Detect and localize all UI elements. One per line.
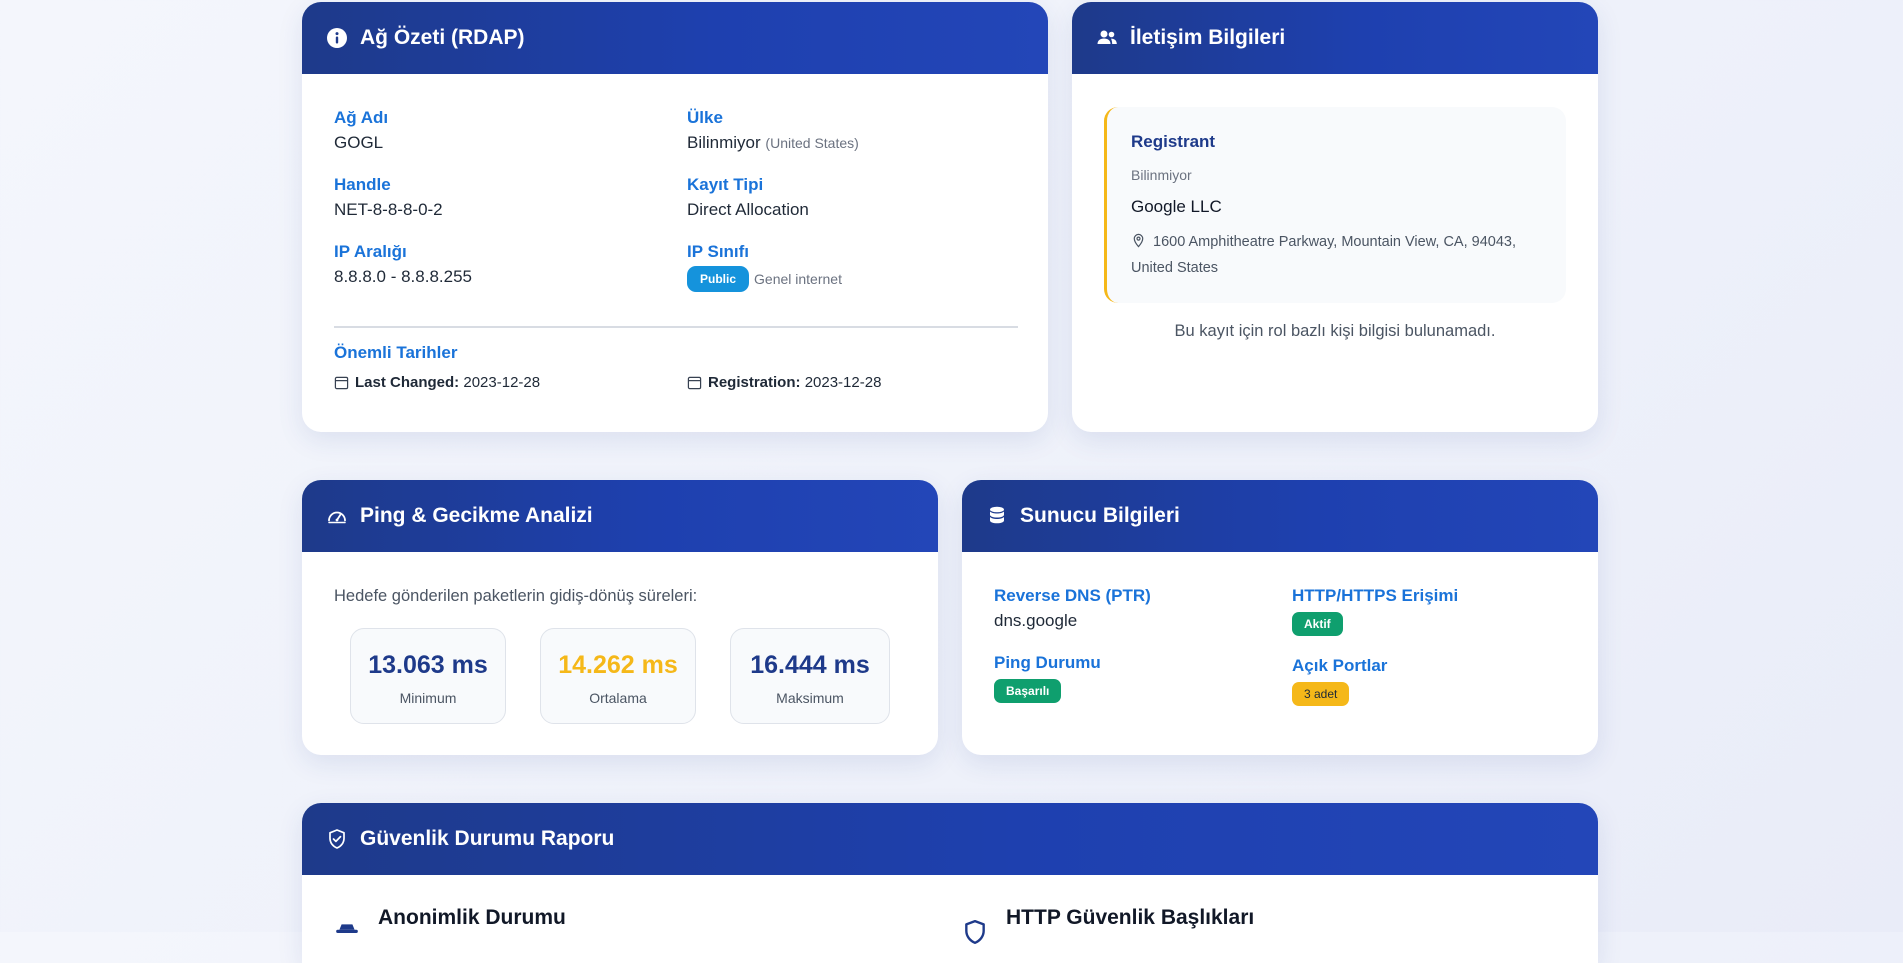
registration-value: 2023-12-28: [804, 374, 882, 391]
calendar-icon: [687, 376, 702, 390]
reverse-dns-label: Reverse DNS (PTR): [994, 586, 1151, 605]
http-access-field: HTTP/HTTPS Erişimi Aktif: [1292, 586, 1458, 636]
registration-row: Registration: 2023-12-28: [687, 374, 881, 391]
country-field: Ülke Bilinmiyor (United States): [687, 108, 859, 153]
http-access-badge: Aktif: [1292, 612, 1343, 636]
handle-field: Handle NET-8-8-8-0-2: [334, 175, 443, 220]
registration-type-field: Kayıt Tipi Direct Allocation: [687, 175, 809, 220]
contact-empty-note: Bu kayıt için rol bazlı kişi bilgisi bul…: [1174, 322, 1496, 340]
ip-range-field: IP Aralığı 8.8.8.0 - 8.8.8.255: [334, 242, 472, 287]
contact-header: İletişim Bilgileri: [1072, 2, 1598, 74]
ip-class-note: Genel internet: [754, 271, 842, 287]
ping-stat-max: 16.444 ms Maksimum: [730, 628, 890, 724]
registrant-org: Google LLC: [1131, 197, 1222, 216]
ping-status-field: Ping Durumu Başarılı: [994, 653, 1101, 703]
info-icon: [326, 27, 348, 49]
ping-avg-label: Ortalama: [589, 690, 647, 706]
anonymity-title: Anonimlik Durumu: [378, 906, 566, 929]
contact-card: İletişim Bilgileri Registrant Bilinmiyor…: [1072, 2, 1598, 432]
ip-class-badge: Public: [687, 266, 750, 292]
registrant-status: Bilinmiyor: [1131, 167, 1192, 183]
speedometer-icon: [326, 505, 348, 527]
security-card: Güvenlik Durumu Raporu Anonimlik Durumu …: [302, 803, 1598, 963]
calendar-icon: [334, 376, 349, 390]
contact-title: İletişim Bilgileri: [1130, 26, 1286, 49]
ping-stat-min: 13.063 ms Minimum: [350, 628, 506, 724]
server-header: Sunucu Bilgileri: [962, 480, 1598, 552]
shield-icon: [965, 919, 985, 945]
country-note: (United States): [765, 135, 859, 151]
registrant-box: Registrant Bilinmiyor Google LLC 1600 Am…: [1104, 107, 1566, 303]
last-changed-label: Last Changed:: [355, 374, 460, 391]
security-header: Güvenlik Durumu Raporu: [302, 803, 1598, 875]
anonymity-section: Anonimlik Durumu: [334, 906, 566, 946]
ip-range-label: IP Aralığı: [334, 242, 407, 261]
ip-class-field: IP Sınıfı Public Genel internet: [687, 242, 842, 292]
server-card: Sunucu Bilgileri Reverse DNS (PTR) dns.g…: [962, 480, 1598, 755]
registration-label: Registration:: [708, 374, 801, 391]
ping-avg-value: 14.262 ms: [558, 651, 678, 679]
ping-description: Hedefe gönderilen paketlerin gidiş-dönüş…: [334, 587, 698, 605]
registrant-role: Registrant: [1131, 132, 1216, 151]
registrant-address: 1600 Amphitheatre Parkway, Mountain View…: [1131, 229, 1551, 281]
http-access-label: HTTP/HTTPS Erişimi: [1292, 586, 1459, 605]
ping-header: Ping & Gecikme Analizi: [302, 480, 938, 552]
network-summary-title: Ağ Özeti (RDAP): [360, 26, 525, 49]
http-headers-title: HTTP Güvenlik Başlıkları: [1006, 906, 1255, 929]
last-changed-value: 2023-12-28: [463, 374, 541, 391]
security-title: Güvenlik Durumu Raporu: [360, 827, 615, 850]
handle-value: NET-8-8-8-0-2: [334, 200, 443, 219]
shield-check-icon: [326, 828, 348, 850]
map-pin-icon: [1133, 233, 1144, 248]
ping-status-badge: Başarılı: [994, 679, 1062, 703]
network-summary-header: Ağ Özeti (RDAP): [302, 2, 1048, 74]
handle-label: Handle: [334, 175, 391, 194]
ip-range-value: 8.8.8.0 - 8.8.8.255: [334, 267, 472, 286]
users-icon: [1096, 27, 1118, 49]
ping-min-value: 13.063 ms: [368, 651, 488, 679]
ping-title: Ping & Gecikme Analizi: [360, 504, 593, 527]
network-name-label: Ağ Adı: [334, 108, 389, 127]
ping-card: Ping & Gecikme Analizi Hedefe gönderilen…: [302, 480, 938, 755]
ping-stat-avg: 14.262 ms Ortalama: [540, 628, 696, 724]
registration-type-label: Kayıt Tipi: [687, 175, 764, 194]
network-name-value: GOGL: [334, 133, 384, 152]
ping-max-label: Maksimum: [776, 690, 844, 706]
registration-type-value: Direct Allocation: [687, 200, 809, 219]
dates-title: Önemli Tarihler: [334, 343, 458, 362]
network-summary-card: Ağ Özeti (RDAP) Ağ Adı GOGL Ülke Bilinmi…: [302, 2, 1048, 432]
reverse-dns-field: Reverse DNS (PTR) dns.google: [994, 586, 1151, 631]
open-ports-field: Açık Portlar 3 adet: [1292, 656, 1387, 706]
ping-status-label: Ping Durumu: [994, 653, 1101, 672]
network-name-field: Ağ Adı GOGL: [334, 108, 388, 153]
http-headers-section: HTTP Güvenlik Başlıkları: [962, 906, 1254, 945]
incognito-icon: [336, 924, 358, 933]
database-icon: [986, 505, 1008, 527]
open-ports-label: Açık Portlar: [1292, 656, 1388, 675]
server-title: Sunucu Bilgileri: [1020, 504, 1180, 527]
ping-max-value: 16.444 ms: [750, 651, 870, 679]
country-value: Bilinmiyor: [687, 133, 761, 152]
section-divider: [334, 326, 1018, 328]
ip-class-label: IP Sınıfı: [687, 242, 750, 261]
last-changed-row: Last Changed: 2023-12-28: [334, 374, 540, 391]
registrant-address-text: 1600 Amphitheatre Parkway, Mountain View…: [1131, 234, 1516, 276]
ping-min-label: Minimum: [399, 690, 457, 706]
open-ports-badge: 3 adet: [1292, 682, 1350, 706]
country-label: Ülke: [687, 108, 723, 127]
reverse-dns-value: dns.google: [994, 611, 1078, 630]
